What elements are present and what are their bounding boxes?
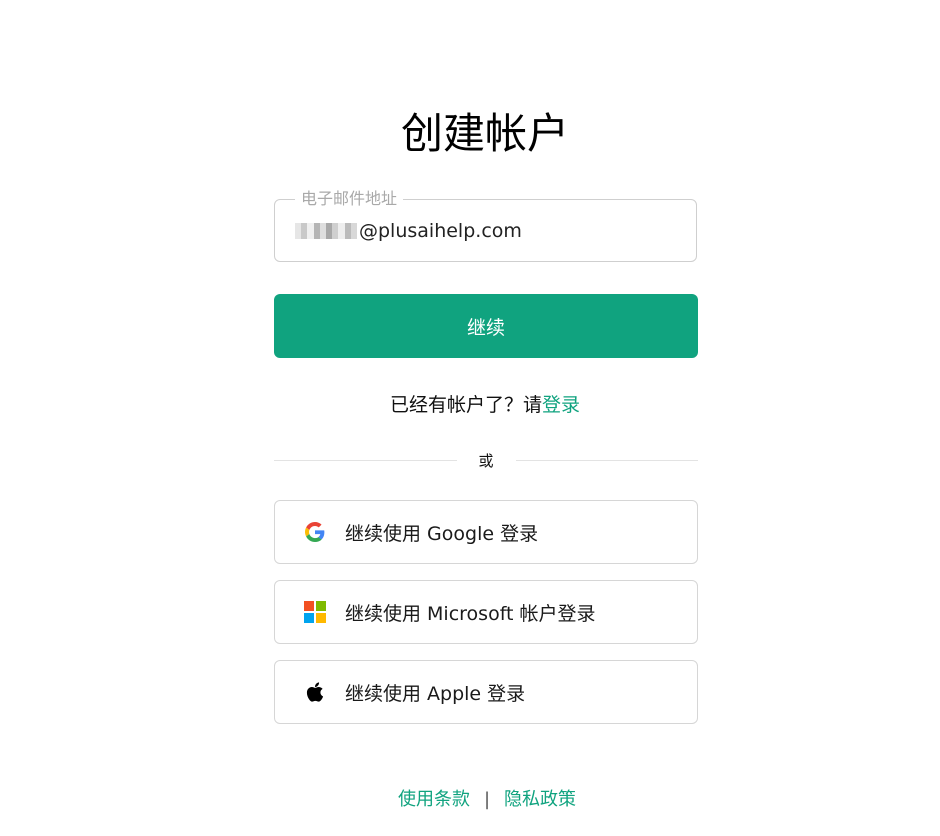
- apple-icon: [304, 681, 326, 703]
- terms-link[interactable]: 使用条款: [398, 789, 470, 810]
- redacted-email-prefix: [295, 223, 358, 239]
- signup-page: 创建帐户 电子邮件地址 @plusaihelp.com 继续 已经有帐户了？请登…: [0, 0, 940, 836]
- login-prompt: 已经有帐户了？请登录: [0, 392, 940, 418]
- google-login-label: 继续使用 Google 登录: [345, 522, 539, 545]
- divider-text: 或: [478, 451, 494, 470]
- login-link[interactable]: 登录: [542, 394, 580, 416]
- email-field[interactable]: 电子邮件地址 @plusaihelp.com: [274, 189, 697, 262]
- page-title: 创建帐户: [400, 109, 569, 158]
- apple-login-label: 继续使用 Apple 登录: [345, 682, 526, 705]
- continue-button[interactable]: 继续: [274, 294, 698, 358]
- google-icon: [304, 521, 326, 543]
- google-login-button[interactable]: 继续使用 Google 登录: [274, 500, 698, 564]
- footer-links: 使用条款 | 隐私政策: [0, 788, 940, 812]
- email-field-value: @plusaihelp.com: [359, 220, 522, 242]
- divider-line-left: [274, 459, 457, 461]
- microsoft-login-button[interactable]: 继续使用 Microsoft 帐户登录: [274, 580, 698, 644]
- footer-separator: |: [483, 789, 491, 810]
- or-divider: 或: [274, 449, 699, 471]
- divider-line-right: [515, 459, 699, 461]
- apple-login-button[interactable]: 继续使用 Apple 登录: [274, 660, 698, 724]
- email-field-label: 电子邮件地址: [295, 189, 404, 209]
- email-field-value-wrap[interactable]: @plusaihelp.com: [295, 218, 522, 244]
- privacy-link[interactable]: 隐私政策: [504, 789, 576, 810]
- microsoft-icon: [304, 601, 326, 623]
- microsoft-login-label: 继续使用 Microsoft 帐户登录: [345, 602, 596, 625]
- login-prompt-text: 已经有帐户了？请: [389, 394, 542, 416]
